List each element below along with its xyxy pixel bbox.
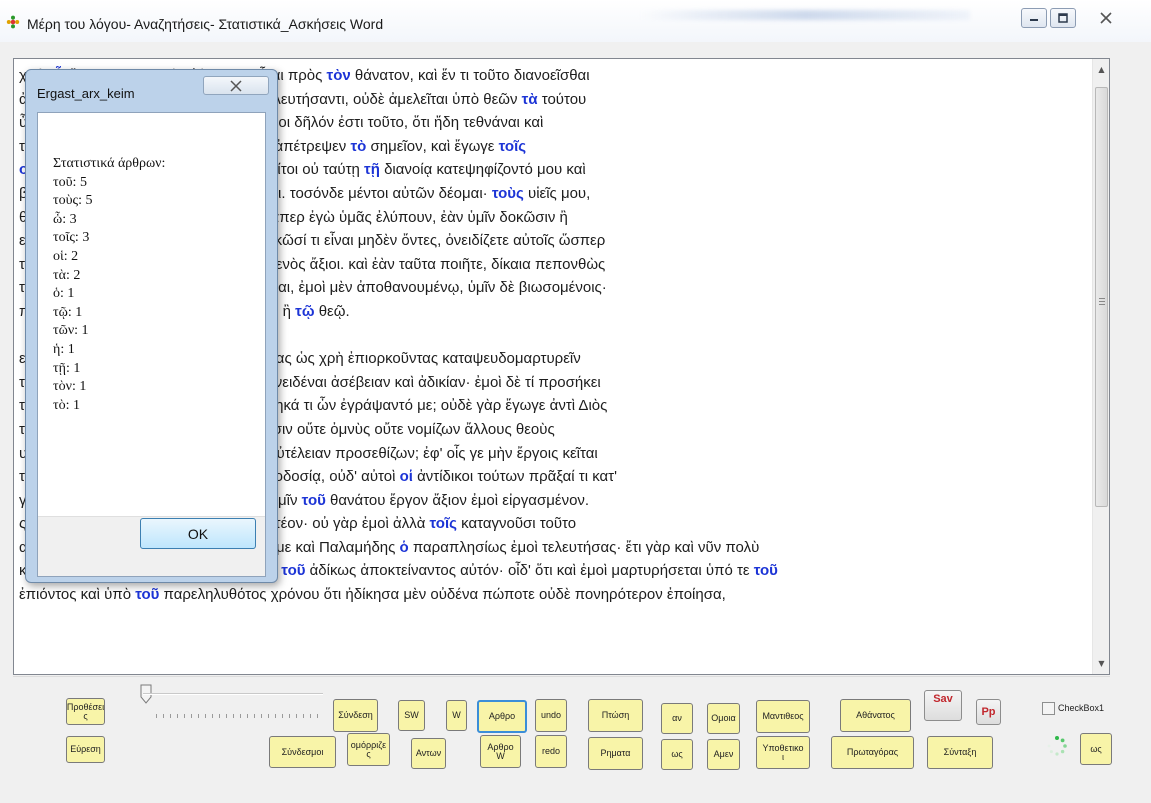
ok-button[interactable]: OK	[140, 518, 256, 549]
text-segment: ἀδίκως ἀποκτείναντος αὐτόν· οἶδ' ὅτι καὶ…	[305, 562, 754, 580]
vertical-scrollbar[interactable]: ▲ ▼	[1092, 59, 1109, 674]
ptwsi-button[interactable]: Πτώση	[588, 699, 643, 732]
grip-icon	[1099, 298, 1105, 305]
title-bar-glare	[640, 10, 970, 20]
statistic-line: τὰ: 2	[53, 267, 81, 283]
statistic-line: ὁ: 1	[53, 286, 75, 302]
text-segment: καταγνοῦσι τοῦτο	[461, 515, 577, 533]
omoia-button[interactable]: Ομοια	[707, 703, 740, 734]
antwn-button[interactable]: Αντων	[411, 738, 446, 769]
maximize-icon	[1058, 13, 1068, 23]
statistic-line: τοὺς: 5	[53, 193, 93, 209]
text-segment: τούτου	[541, 90, 587, 108]
article-statistics: Στατιστικά άρθρων: τοῦ: 5 τοὺς: 5 ὦ: 3 τοῖς…	[53, 155, 165, 415]
amen-button[interactable]: Αμεν	[707, 739, 740, 770]
protheseis-button[interactable]: Προθέσει ς	[66, 698, 105, 725]
loading-spinner-icon	[1047, 736, 1067, 756]
athanatos-button[interactable]: Αθάνατος	[840, 699, 911, 732]
message-box: Ergast_arx_keim Στατιστικά άρθρων: τοῦ: …	[25, 69, 278, 583]
text-segment: σημεῖον, καὶ ἔγωγε	[366, 137, 499, 155]
text-segment: υἱεῖς μου,	[527, 184, 591, 202]
message-box-close-button[interactable]	[203, 76, 269, 95]
syndesmoi-button[interactable]: Σύνδεσμοι	[269, 736, 336, 768]
title-bar: Μέρη του λόγου- Αναζητήσεις- Στατιστικά_…	[0, 0, 1151, 42]
text-segment: παρεληλυθότος χρόνου ὅτι ἠδίκησα μὲν οὐδ…	[159, 586, 726, 604]
ws-button-right[interactable]: ως	[1080, 733, 1112, 765]
statistic-line: τοῦ: 5	[53, 174, 87, 190]
scrollbar-thumb[interactable]	[1095, 87, 1108, 507]
statistic-line: οἱ: 2	[53, 248, 79, 264]
highlighted-article: τοῦ	[301, 491, 326, 509]
statistic-line: τῶν: 1	[53, 323, 89, 339]
highlighted-article: τοῦ	[281, 562, 306, 580]
statistic-line: τῷ: 1	[53, 304, 83, 320]
text-segment: ἀντίδικοι τούτων πρᾶξαί τι κατ'	[417, 468, 617, 486]
redo-button[interactable]: redo	[535, 735, 567, 768]
statistic-line: τὸ: 1	[53, 397, 81, 413]
minimize-button[interactable]	[1021, 8, 1047, 28]
scroll-down-arrow-icon[interactable]: ▼	[1093, 655, 1109, 672]
evresi-button[interactable]: Εύρεση	[66, 736, 105, 763]
highlighted-article: τοῦ	[135, 586, 160, 604]
statistic-line: ἡ: 1	[53, 341, 75, 357]
pp-button[interactable]: Pp	[976, 699, 1001, 725]
arthro-w-button[interactable]: Αρθρο W	[480, 735, 521, 768]
text-segment: θεῷ.	[318, 302, 350, 320]
highlighted-article: τὸ	[350, 137, 367, 155]
ypothetikoi-button[interactable]: Υποθετικο ι	[756, 736, 810, 769]
window-title: Μέρη του λόγου- Αναζητήσεις- Στατιστικά_…	[27, 16, 384, 32]
maximize-button[interactable]	[1050, 8, 1076, 28]
sav-button[interactable]: Sav	[924, 690, 962, 721]
statistics-list: τοῦ: 5 τοὺς: 5 ὦ: 3 τοῖς: 3 οἱ: 2 τὰ: 2 ὁ: 1 τῷ…	[53, 174, 165, 416]
omorrizes-button[interactable]: ομόρριζε ς	[347, 733, 390, 766]
highlighted-article: τοῖς	[429, 515, 457, 533]
scroll-up-arrow-icon[interactable]: ▲	[1093, 61, 1109, 78]
ws-button[interactable]: ως	[661, 739, 693, 770]
close-button[interactable]	[1084, 8, 1128, 28]
syndesi-button[interactable]: Σύνδεση	[333, 699, 378, 732]
highlighted-article: τῷ	[295, 302, 315, 320]
mantitheos-button[interactable]: Μαντιθεος	[756, 700, 810, 733]
statistics-heading: Στατιστικά άρθρων:	[53, 156, 166, 171]
slider-ticks	[156, 714, 321, 718]
rimata-button[interactable]: Ρηματα	[588, 737, 643, 770]
an-button[interactable]: αν	[661, 703, 693, 734]
prwtagoras-button[interactable]: Πρωταγόρας	[831, 736, 914, 769]
close-icon	[1100, 12, 1112, 24]
statistic-line: τὸν: 1	[53, 379, 87, 395]
highlighted-article: τῇ	[364, 161, 380, 179]
text-segment: θάνατον, καὶ ἕν τι τοῦτο διανοεῖσθαι	[354, 67, 590, 84]
message-box-body: Στατιστικά άρθρων: τοῦ: 5 τοὺς: 5 ὦ: 3 τοῖς…	[37, 112, 266, 577]
app-icon	[6, 15, 20, 29]
highlighted-article: τοῖς	[498, 137, 527, 155]
checkbox1[interactable]	[1042, 702, 1055, 715]
statistic-line: τῇ: 1	[53, 360, 81, 376]
text-segment: ἐπιόντος καὶ ὑπὸ	[19, 586, 136, 604]
highlighted-article: τοὺς	[491, 184, 524, 202]
text-segment: παραπλησίως ἐμοὶ τελευτήσας· ἔτι γὰρ καὶ…	[412, 538, 760, 556]
highlighted-article: τοῦ	[753, 562, 778, 580]
slider-track[interactable]	[143, 693, 323, 695]
highlighted-article: οἱ	[399, 468, 413, 486]
highlighted-article: ὁ	[399, 538, 409, 556]
separator	[13, 676, 1110, 677]
highlighted-article: τὰ	[521, 90, 538, 108]
minimize-icon	[1030, 19, 1038, 21]
checkbox1-label: CheckBox1	[1058, 703, 1105, 713]
undo-button[interactable]: undo	[535, 699, 567, 732]
highlighted-article: τὸν	[326, 67, 351, 84]
statistic-line: τοῖς: 3	[53, 230, 90, 246]
statistic-line: ὦ: 3	[53, 211, 77, 227]
sw-button[interactable]: SW	[398, 700, 425, 731]
arthro-button[interactable]: Αρθρο	[477, 700, 527, 733]
text-segment: διανοίᾳ κατεψηφίζοντό μου καὶ	[384, 161, 586, 179]
message-box-title: Ergast_arx_keim	[37, 86, 135, 101]
syntaxi-button[interactable]: Σύνταξη	[927, 736, 993, 769]
close-icon	[230, 79, 242, 92]
w-button[interactable]: W	[446, 700, 467, 731]
text-segment: θανάτου ἔργον ἄξιον ἐμοὶ εἰργασμένον.	[330, 491, 590, 509]
